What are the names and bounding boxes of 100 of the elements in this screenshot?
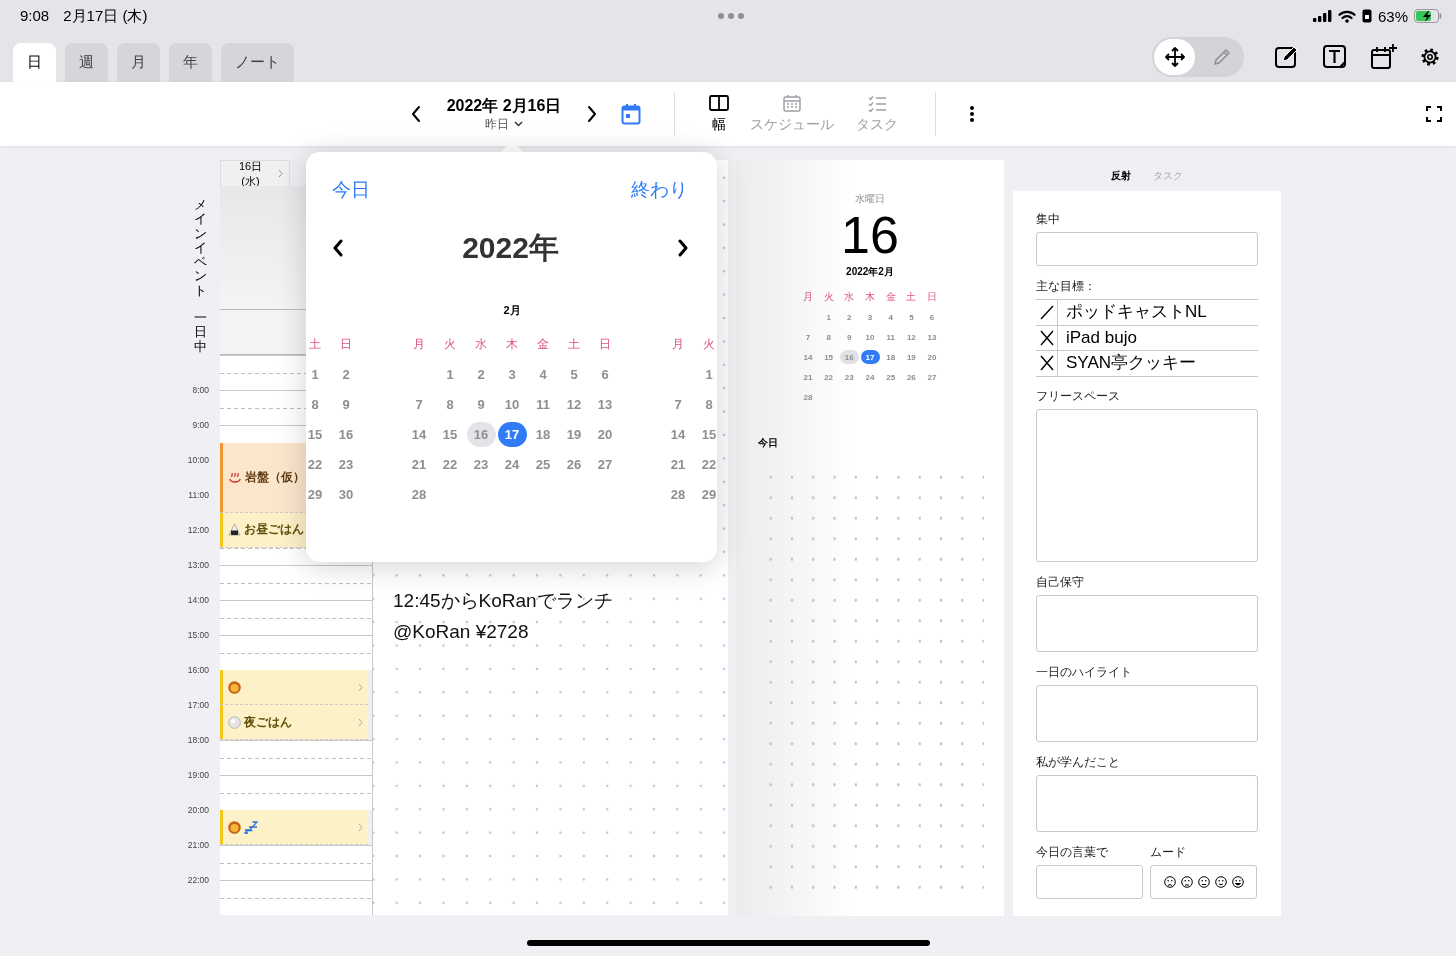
calendar-day[interactable]: 3	[860, 310, 880, 324]
calendar-day[interactable]: 2	[466, 361, 496, 387]
calendar-day[interactable]: 25	[881, 370, 901, 384]
calendar-day[interactable]: 6	[590, 361, 620, 387]
view-tab[interactable]: ノート	[221, 43, 294, 82]
relative-day-dropdown[interactable]: 昨日	[485, 116, 523, 132]
calendar-day[interactable]: 18	[528, 421, 558, 447]
calendar-day[interactable]: 14	[404, 421, 434, 447]
done-link[interactable]: 終わり	[631, 177, 688, 203]
calendar-day[interactable]: 29	[306, 481, 330, 507]
calendar-day[interactable]: 4	[528, 361, 558, 387]
calendar-day[interactable]: 25	[528, 451, 558, 477]
calendar-day[interactable]: 20	[922, 350, 942, 364]
calendar-day[interactable]: 21	[798, 370, 818, 384]
calendar-day[interactable]: 15	[694, 421, 717, 447]
calendar-day[interactable]: 22	[819, 370, 839, 384]
handwritten-goal: iPad bujo	[1065, 326, 1138, 349]
hour-label: 22:00	[186, 875, 210, 887]
weekday-title: 水曜日	[854, 193, 886, 205]
calendar-day[interactable]: 28	[798, 390, 818, 404]
calendar-day[interactable]: 14	[663, 421, 693, 447]
calendar-day[interactable]: 9	[331, 391, 361, 417]
calendar-day[interactable]: 7	[663, 391, 693, 417]
calendar-day[interactable]: 23	[331, 451, 361, 477]
calendar-day[interactable]: 28	[663, 481, 693, 507]
calendar-day[interactable]: 21	[404, 451, 434, 477]
view-button[interactable]: 幅	[699, 94, 739, 134]
view-tab[interactable]: 週	[65, 43, 108, 82]
calendar-day[interactable]: 13	[590, 391, 620, 417]
calendar-day[interactable]: 26	[901, 370, 921, 384]
calendar-day[interactable]: 11	[881, 330, 901, 344]
calendar-day[interactable]: 17	[860, 350, 880, 364]
field-label: ムード	[1150, 844, 1187, 859]
calendar-day[interactable]: 5	[901, 310, 921, 324]
calendar-day[interactable]: 22	[694, 451, 717, 477]
calendar-day[interactable]: 28	[404, 481, 434, 507]
weekday-label: 土	[906, 290, 917, 304]
battery-percentage: 63%	[1377, 7, 1408, 25]
calendar-day[interactable]: 23	[839, 370, 859, 384]
calendar-day[interactable]: 23	[466, 451, 496, 477]
view-tab[interactable]: 月	[117, 43, 160, 82]
calendar-day[interactable]: 2	[839, 310, 859, 324]
calendar-day[interactable]: 10	[497, 391, 527, 417]
calendar-day[interactable]: 29	[694, 481, 717, 507]
calendar-day[interactable]: 8	[694, 391, 717, 417]
calendar-day[interactable]: 8	[819, 330, 839, 344]
calendar-day[interactable]: 3	[497, 361, 527, 387]
calendar-day[interactable]: 22	[306, 451, 330, 477]
handwritten-note: @KoRan ¥2728	[393, 620, 530, 644]
calendar-day[interactable]: 11	[528, 391, 558, 417]
event-title: 岩盤（仮）	[245, 468, 305, 486]
calendar-day[interactable]: 15	[819, 350, 839, 364]
calendar-day[interactable]: 18	[881, 350, 901, 364]
calendar-day[interactable]: 24	[497, 451, 527, 477]
calendar-day[interactable]: 7	[798, 330, 818, 344]
calendar-day[interactable]: 8	[435, 391, 465, 417]
calendar-day[interactable]: 14	[798, 350, 818, 364]
calendar-day[interactable]: 1	[306, 361, 330, 387]
panel-tab[interactable]: 反射	[1111, 168, 1131, 183]
calendar-day[interactable]: 16	[466, 421, 496, 447]
calendar-day[interactable]: 22	[435, 451, 465, 477]
calendar-day[interactable]: 4	[881, 310, 901, 324]
calendar-day[interactable]: 12	[559, 391, 589, 417]
calendar-day[interactable]: 10	[860, 330, 880, 344]
calendar-day[interactable]: 15	[435, 421, 465, 447]
view-button[interactable]: タスク	[852, 94, 902, 134]
calendar-day[interactable]: 19	[901, 350, 921, 364]
calendar-day[interactable]: 12	[901, 330, 921, 344]
calendar-day[interactable]: 1	[694, 361, 717, 387]
calendar-day[interactable]: 24	[860, 370, 880, 384]
calendar-day[interactable]: 1	[435, 361, 465, 387]
calendar-day[interactable]: 16	[839, 350, 859, 364]
calendar-day[interactable]: 8	[306, 391, 330, 417]
calendar-day[interactable]: 27	[922, 370, 942, 384]
calendar-day[interactable]: 2	[331, 361, 361, 387]
calendar-day[interactable]: 7	[404, 391, 434, 417]
calendar-day[interactable]: 30	[331, 481, 361, 507]
panel-tab[interactable]: タスク	[1153, 168, 1183, 183]
calendar-day[interactable]: 21	[663, 451, 693, 477]
calendar-day[interactable]: 6	[922, 310, 942, 324]
view-tab[interactable]: 日	[13, 43, 56, 82]
today-link[interactable]: 今日	[332, 177, 370, 203]
view-tab[interactable]: 年	[169, 43, 212, 82]
weekday-label: 月	[413, 335, 425, 353]
calendar-day[interactable]: 26	[559, 451, 589, 477]
calendar-day[interactable]: 19	[559, 421, 589, 447]
weekday-label: 月	[672, 335, 684, 353]
event-title: 夜ごはん	[244, 713, 292, 731]
field-label: 集中	[1036, 212, 1061, 226]
calendar-day[interactable]: 17	[497, 421, 527, 447]
calendar-day[interactable]: 1	[819, 310, 839, 324]
calendar-day[interactable]: 9	[839, 330, 859, 344]
calendar-day[interactable]: 13	[922, 330, 942, 344]
calendar-day[interactable]: 5	[559, 361, 589, 387]
event-block[interactable]: 夜ごはん	[220, 705, 368, 740]
calendar-day[interactable]: 27	[590, 451, 620, 477]
view-button[interactable]: スケジュール	[747, 94, 837, 134]
weekday-label: 火	[823, 290, 834, 304]
calendar-day[interactable]: 9	[466, 391, 496, 417]
calendar-day[interactable]: 20	[590, 421, 620, 447]
